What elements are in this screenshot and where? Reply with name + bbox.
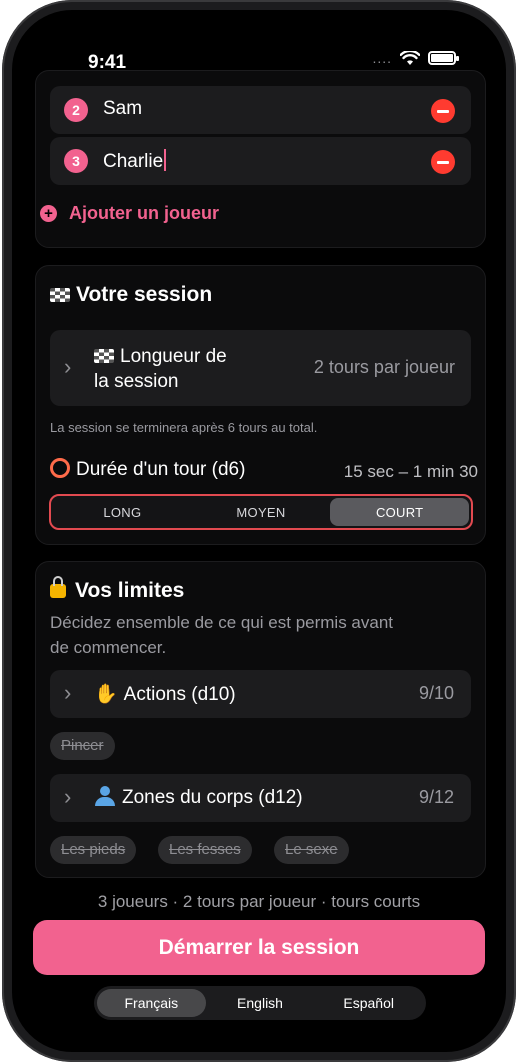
battery-icon [428, 51, 459, 65]
actions-row[interactable]: › ✋ Actions (d10) 9/10 [50, 670, 471, 718]
player-name-input[interactable]: Charlie [103, 149, 167, 173]
session-summary: 3 joueurs · 2 tours par joueur · tours c… [97, 892, 421, 911]
player-row: 3 Charlie [50, 137, 471, 185]
limits-description: Décidez ensemble de ce qui est permis av… [50, 613, 394, 657]
body-zones-row[interactable]: › Zones du corps (d12) 9/12 [50, 774, 471, 822]
body-zones-count: 9/12 [418, 787, 454, 807]
plus-circle-icon: + [40, 205, 57, 222]
language-option-french[interactable]: Français [97, 989, 206, 1017]
session-length-value: 2 tours par joueur [313, 357, 455, 377]
language-selector: Français English Español [94, 986, 426, 1020]
session-length-label: Longueur de la session [94, 346, 227, 392]
status-indicators: .... [372, 50, 459, 66]
excluded-action-chip[interactable]: Pincer [50, 732, 115, 760]
actions-count: 9/10 [418, 683, 454, 703]
remove-player-button[interactable] [431, 99, 455, 123]
session-title: Votre session [50, 283, 212, 307]
checkered-flag-icon [50, 288, 70, 302]
minus-icon [437, 109, 449, 113]
wifi-icon [400, 50, 420, 65]
raised-hand-icon: ✋ [94, 684, 118, 705]
text-cursor [164, 149, 167, 171]
excluded-zone-chip[interactable]: Le sexe [274, 836, 349, 864]
app-screen: 9:41 .... 2 Sam 3 Charlie + Ajouter un j… [12, 10, 506, 1052]
session-note: La session se terminera après 6 tours au… [50, 420, 318, 435]
actions-label: ✋ Actions (d10) [94, 684, 236, 705]
session-length-row[interactable]: › Longueur de la session 2 tours par jou… [50, 330, 471, 406]
start-session-button[interactable]: Démarrer la session [33, 920, 485, 975]
player-name-input[interactable]: Sam [103, 98, 142, 120]
limits-title: Vos limites [50, 576, 184, 603]
segment-long[interactable]: LONG [53, 498, 192, 526]
language-option-spanish[interactable]: Español [314, 989, 423, 1017]
player-number-badge: 3 [64, 149, 88, 173]
turn-duration-range: 15 sec – 1 min 30 [343, 462, 478, 481]
body-zones-label: Zones du corps (d12) [94, 786, 303, 809]
session-card: Votre session › Longueur de la session 2… [35, 265, 486, 545]
turn-duration-label: Durée d'un tour (d6) [50, 458, 245, 481]
alarm-clock-icon [50, 458, 70, 478]
segment-short[interactable]: COURT [330, 498, 470, 526]
phone-frame: 9:41 .... 2 Sam 3 Charlie + Ajouter un j… [2, 0, 516, 1062]
excluded-zone-chip[interactable]: Les fesses [158, 836, 252, 864]
segment-medium[interactable]: MOYEN [192, 498, 331, 526]
chevron-right-icon: › [64, 784, 72, 809]
signal-icon: .... [372, 50, 392, 66]
add-player-button[interactable]: + Ajouter un joueur [40, 203, 219, 224]
turn-length-segmented-control: LONG MOYEN COURT [49, 494, 473, 530]
player-row: 2 Sam [50, 86, 471, 134]
language-option-english[interactable]: English [206, 989, 315, 1017]
person-silhouette-icon [94, 786, 116, 806]
chevron-right-icon: › [64, 680, 72, 705]
minus-icon [437, 160, 449, 164]
checkered-flag-icon [94, 349, 114, 363]
excluded-zone-chip[interactable]: Les pieds [50, 836, 137, 864]
limits-card: Vos limites Décidez ensemble de ce qui e… [35, 561, 486, 878]
chevron-right-icon: › [64, 354, 72, 379]
remove-player-button[interactable] [431, 150, 455, 174]
lock-icon [50, 576, 66, 598]
player-number-badge: 2 [64, 98, 88, 122]
add-player-label: Ajouter un joueur [69, 203, 219, 223]
